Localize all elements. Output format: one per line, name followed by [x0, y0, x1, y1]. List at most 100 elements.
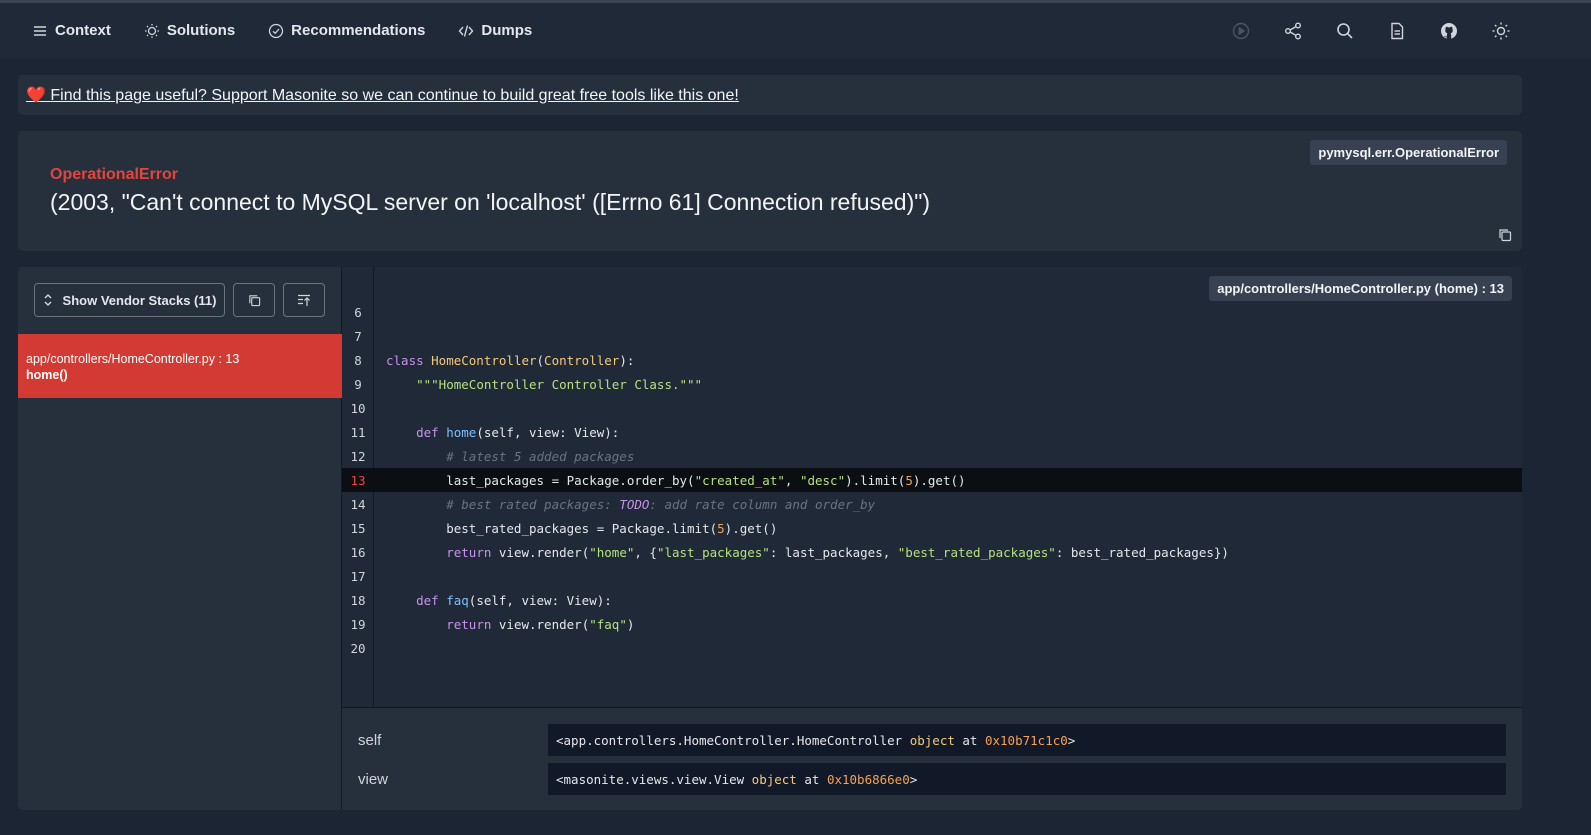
code-text: return view.render("faq")	[374, 617, 634, 632]
code-text: def faq(self, view: View):	[374, 593, 612, 608]
file-badge[interactable]: app/controllers/HomeController.py (home)…	[1209, 276, 1512, 301]
code-text: best_rated_packages = Package.limit(5).g…	[374, 521, 777, 536]
line-number: 7	[354, 328, 362, 344]
code-token: view.render(	[498, 616, 590, 632]
sort-up-icon	[298, 294, 310, 306]
copy-stack-button[interactable]	[233, 283, 275, 317]
code-text: # latest 5 added packages	[374, 449, 634, 464]
code-token: (self, view: View):	[468, 592, 612, 608]
code-token: )	[626, 616, 635, 632]
copy-icon[interactable]	[1498, 228, 1512, 242]
code-line: 10	[342, 396, 1522, 420]
code-text: class HomeController(Controller):	[374, 353, 634, 368]
play-circle-icon[interactable]	[1231, 21, 1251, 41]
value-mid: at	[954, 732, 985, 748]
tab-recommendations[interactable]: Recommendations	[268, 22, 425, 39]
code-token: "desc"	[799, 472, 846, 488]
top-nav: Context Solutions Recommendations Dumps	[0, 3, 1591, 58]
code-token: : best_rated_packages})	[1055, 544, 1229, 560]
line-number: 9	[354, 376, 362, 392]
code-token: "best_rated_packages"	[897, 544, 1056, 560]
vendor-button-label: Show Vendor Stacks (11)	[62, 292, 217, 308]
line-number: 19	[350, 616, 366, 632]
github-icon[interactable]	[1439, 21, 1459, 41]
code-token: TODO	[619, 496, 650, 512]
tab-label: Dumps	[481, 22, 533, 39]
lightbulb-icon	[144, 23, 159, 38]
heart-icon: ❤️	[26, 87, 46, 104]
share-icon[interactable]	[1283, 21, 1303, 41]
code-token: ).get()	[912, 472, 966, 488]
code-token: class	[386, 352, 432, 368]
line-number: 13	[350, 472, 366, 488]
show-vendor-stacks-button[interactable]: Show Vendor Stacks (11)	[34, 283, 225, 317]
code-text: return view.render("home", {"last_packag…	[374, 545, 1229, 560]
code-token: """HomeController Controller Class."""	[416, 376, 703, 392]
error-card: pymysql.err.OperationalError Operational…	[18, 131, 1522, 251]
line-number: 11	[350, 424, 366, 440]
nav-actions	[1231, 3, 1511, 58]
code-token: : last_packages,	[769, 544, 898, 560]
code-line: 9 """HomeController Controller Class."""	[342, 372, 1522, 396]
code-token: ).limit(	[845, 472, 906, 488]
document-icon[interactable]	[1387, 21, 1407, 41]
tab-label: Recommendations	[291, 22, 426, 39]
line-number: 8	[354, 352, 362, 368]
variable-value: <masonite.views.view.View object at 0x10…	[548, 763, 1506, 795]
code-token: : add rate column and order_by	[649, 496, 876, 512]
code-token: "faq"	[589, 616, 627, 632]
frame-variables: self <app.controllers.HomeController.Hom…	[342, 707, 1522, 810]
tab-solutions[interactable]: Solutions	[144, 22, 235, 39]
variable-name: view	[358, 770, 389, 788]
code-token: faq	[446, 592, 469, 608]
stack-frame-item[interactable]: app/controllers/HomeController.py : 13 h…	[18, 334, 342, 398]
tab-dumps[interactable]: Dumps	[458, 22, 532, 39]
code-token: last_packages = Package.order_by(	[386, 472, 695, 488]
frame-method: home()	[26, 368, 68, 382]
code-line: 16 return view.render("home", {"last_pac…	[342, 540, 1522, 564]
sun-icon[interactable]	[1491, 21, 1511, 41]
collapse-stack-button[interactable]	[283, 283, 325, 317]
code-token: (	[536, 352, 545, 368]
check-circle-icon	[269, 23, 284, 38]
variable-row: self <app.controllers.HomeController.Hom…	[342, 724, 1522, 756]
code-token: return	[446, 616, 499, 632]
search-icon[interactable]	[1335, 21, 1355, 41]
code-line: 7	[342, 324, 1522, 348]
stack-sidebar: Show Vendor Stacks (11) app/controllers/…	[18, 267, 342, 810]
support-link[interactable]: ❤️ Find this page useful? Support Masoni…	[26, 85, 739, 105]
line-number: 17	[350, 568, 366, 584]
code-token: ):	[619, 352, 635, 368]
stack-trace-card: Show Vendor Stacks (11) app/controllers/…	[18, 267, 1522, 810]
code-lines: 6 7 8 class HomeController(Controller): 9 ""…	[342, 300, 1522, 660]
code-token: "last_packages"	[656, 544, 770, 560]
code-token: , {	[634, 544, 657, 560]
code-line: 13 last_packages = Package.order_by("cre…	[342, 468, 1522, 492]
value-address: 0x10b71c1c0	[984, 732, 1068, 748]
tab-label: Context	[55, 22, 111, 39]
code-line: 19 return view.render("faq")	[342, 612, 1522, 636]
code-token: home	[446, 424, 477, 440]
line-number: 14	[350, 496, 366, 512]
code-line: 14 # best rated packages: TODO: add rate…	[342, 492, 1522, 516]
variable-name: self	[358, 731, 382, 749]
value-suffix: >	[1067, 732, 1076, 748]
value-prefix: <app.controllers.HomeController.HomeCont…	[556, 732, 910, 748]
list-icon	[34, 25, 46, 36]
support-banner: ❤️ Find this page useful? Support Masoni…	[18, 75, 1522, 115]
code-viewer: app/controllers/HomeController.py (home)…	[342, 267, 1522, 707]
code-text: def home(self, view: View):	[374, 425, 619, 440]
code-text: """HomeController Controller Class."""	[374, 377, 702, 392]
chevron-up-down-icon	[44, 294, 52, 306]
code-line: 12 # latest 5 added packages	[342, 444, 1522, 468]
value-suffix: >	[909, 771, 918, 787]
sidebar-toolbar: Show Vendor Stacks (11)	[34, 283, 325, 317]
code-token: ,	[784, 472, 800, 488]
value-keyword: object	[909, 732, 955, 748]
code-token: (self, view: View):	[476, 424, 620, 440]
code-token: "created_at"	[694, 472, 785, 488]
tab-context[interactable]: Context	[32, 22, 111, 39]
code-line: 6	[342, 300, 1522, 324]
